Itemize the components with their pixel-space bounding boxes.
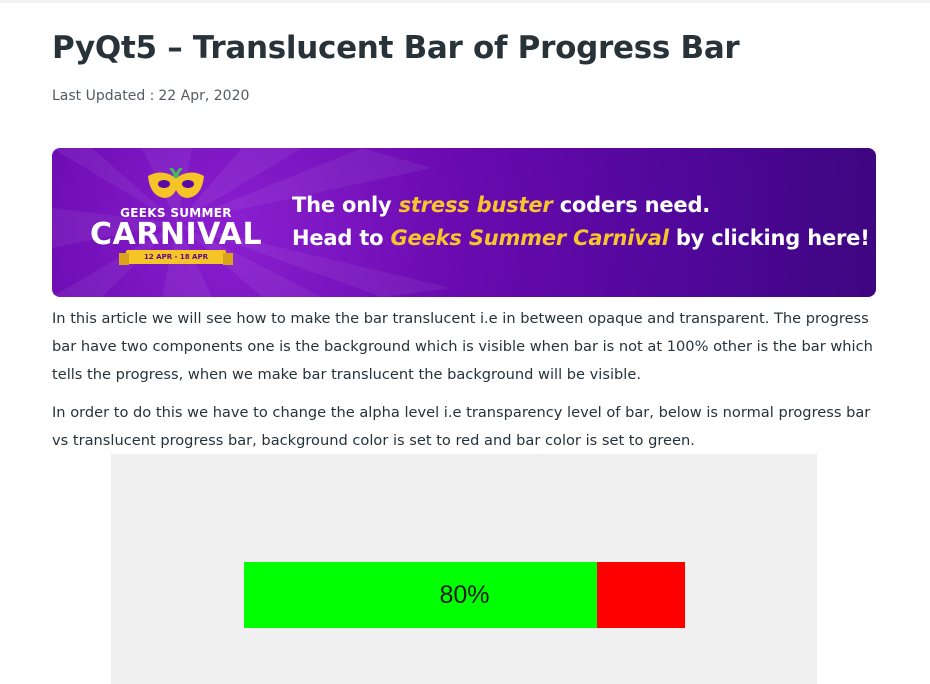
- article-paragraph-2: In order to do this we have to change th…: [52, 404, 871, 449]
- carnival-mask-icon: [148, 168, 204, 198]
- banner-line-2: Head to Geeks Summer Carnival by clickin…: [292, 226, 870, 250]
- promo-banner[interactable]: GEEKS SUMMER CARNIVAL 12 APR - 18 APR Th…: [52, 148, 876, 297]
- banner-line-2-highlight: Geeks Summer Carnival: [390, 226, 669, 250]
- banner-line-2-end: by clicking here!: [668, 226, 870, 250]
- banner-line-1-end: coders need.: [552, 193, 711, 217]
- banner-line-2-start: Head to: [292, 226, 391, 250]
- page-title: PyQt5 – Translucent Bar of Progress Bar: [52, 30, 740, 66]
- top-divider: [0, 0, 930, 3]
- last-updated-date: 22 Apr, 2020: [158, 88, 250, 104]
- last-updated: Last Updated :22 Apr, 2020: [52, 88, 249, 104]
- last-updated-label: Last Updated :: [52, 88, 155, 104]
- banner-line-1: The only stress buster coders need.: [292, 193, 710, 217]
- article-paragraph-1: In this article we will see how to make …: [52, 310, 873, 383]
- banner-line-1-highlight: stress buster: [398, 193, 553, 217]
- progress-bar: 80%: [244, 562, 685, 628]
- geeks-summer-carnival-logo: GEEKS SUMMER CARNIVAL 12 APR - 18 APR: [90, 168, 262, 280]
- progress-bar-screenshot: 80%: [111, 454, 817, 684]
- logo-dates-ribbon: 12 APR - 18 APR: [119, 250, 233, 265]
- progress-bar-text: 80%: [439, 581, 490, 609]
- banner-line-1-start: The only: [292, 193, 399, 217]
- logo-main-text: CARNIVAL: [90, 217, 263, 252]
